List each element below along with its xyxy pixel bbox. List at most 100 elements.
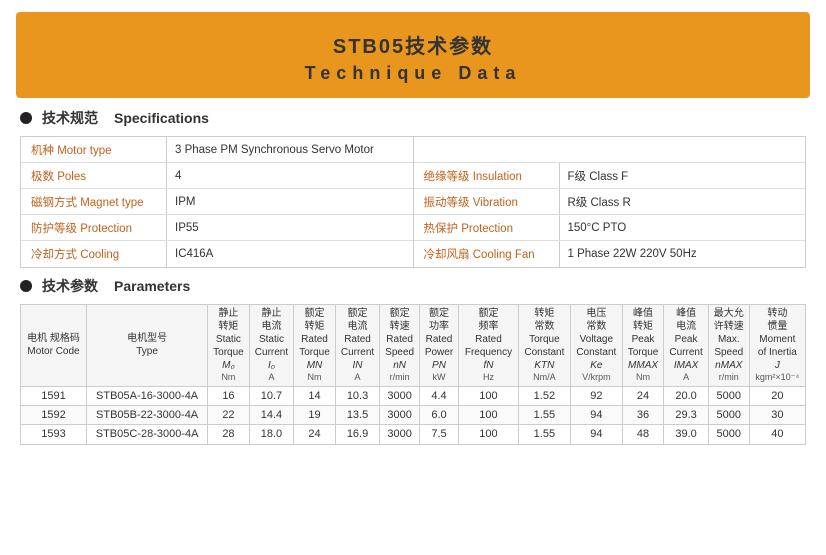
table-cell: STB05B-22-3000-4A: [87, 405, 208, 424]
header-title-en: Technique Data: [26, 63, 800, 84]
spec-value: IC416A: [167, 245, 413, 263]
col-header-9: 转矩常数TorqueConstantKTNNm/A: [518, 305, 570, 387]
table-cell: 1.55: [518, 425, 570, 444]
table-cell: 36: [622, 405, 664, 424]
spec-value: 150°C PTO: [560, 219, 806, 237]
header-banner: STB05技术参数 Technique Data: [16, 12, 810, 98]
spec-row-right-2: 热保护 Protection 150°C PTO: [414, 215, 806, 241]
params-bullet: [20, 280, 32, 292]
table-cell: 20.0: [664, 386, 709, 405]
spec-row-right-0: 绝缘等级 Insulation F级 Class F: [414, 163, 806, 189]
spec-label: 冷却风扇 Cooling Fan: [414, 243, 559, 265]
table-cell: 19: [294, 405, 336, 424]
header-title-cn: STB05技术参数: [26, 30, 800, 59]
table-cell: 1.55: [518, 405, 570, 424]
table-cell: 7.5: [419, 425, 458, 444]
table-row: 1593STB05C-28-3000-4A2818.02416.930007.5…: [21, 425, 806, 444]
specs-bullet: [20, 112, 32, 124]
table-cell: 30: [749, 405, 805, 424]
table-cell: 100: [459, 405, 519, 424]
spec-row-left-0: 机种 Motor type 3 Phase PM Synchronous Ser…: [21, 137, 413, 163]
table-cell: 94: [570, 425, 622, 444]
table-cell: 24: [622, 386, 664, 405]
spec-label: 机种 Motor type: [21, 139, 166, 161]
table-cell: 13.5: [335, 405, 380, 424]
table-cell: 100: [459, 425, 519, 444]
col-header-8: 额定频率RatedFrequencyfNHz: [459, 305, 519, 387]
spec-label: 磁钢方式 Magnet type: [21, 191, 166, 213]
col-header-3: 静止电流StaticCurrentI₀A: [249, 305, 294, 387]
specs-section-title: 技术规范 Specifications: [20, 108, 806, 128]
table-row: 1592STB05B-22-3000-4A2214.41913.530006.0…: [21, 405, 806, 424]
specs-label-en: Specifications: [114, 110, 209, 126]
spec-row-right-3: 冷却风扇 Cooling Fan 1 Phase 22W 220V 50Hz: [414, 241, 806, 267]
params-table: 电机 规格码Motor Code电机型号Type静止转矩StaticTorque…: [20, 304, 806, 445]
spec-label: 极数 Poles: [21, 165, 166, 187]
table-cell: 3000: [380, 425, 420, 444]
table-cell: 3000: [380, 405, 420, 424]
col-header-1: 电机型号Type: [87, 305, 208, 387]
table-row: 1591STB05A-16-3000-4A1610.71410.330004.4…: [21, 386, 806, 405]
table-cell: 3000: [380, 386, 420, 405]
table-cell: 6.0: [419, 405, 458, 424]
spec-row-left-1: 极数 Poles 4: [21, 163, 413, 189]
table-cell: 18.0: [249, 425, 294, 444]
table-cell: 1.52: [518, 386, 570, 405]
spec-value: IPM: [167, 193, 413, 211]
table-cell: 16.9: [335, 425, 380, 444]
spec-row-filler: [414, 137, 806, 163]
table-cell: 22: [208, 405, 250, 424]
spec-label: 振动等级 Vibration: [414, 191, 559, 213]
params-label-cn: 技术参数: [42, 276, 98, 296]
table-cell: 14.4: [249, 405, 294, 424]
table-cell: 1591: [21, 386, 87, 405]
spec-value: R级 Class R: [560, 191, 806, 213]
params-table-wrapper: 电机 规格码Motor Code电机型号Type静止转矩StaticTorque…: [20, 304, 806, 445]
table-cell: 39.0: [664, 425, 709, 444]
col-header-13: 最大允许转速Max.SpeednMAXr/min: [708, 305, 749, 387]
spec-label: 防护等级 Protection: [21, 217, 166, 239]
table-cell: 40: [749, 425, 805, 444]
table-cell: 5000: [708, 386, 749, 405]
table-cell: 10.7: [249, 386, 294, 405]
table-cell: 1593: [21, 425, 87, 444]
col-header-11: 峰值转矩PeakTorqueMMAXNm: [622, 305, 664, 387]
table-cell: STB05C-28-3000-4A: [87, 425, 208, 444]
specs-table: 机种 Motor type 3 Phase PM Synchronous Ser…: [20, 136, 806, 268]
spec-label: 冷却方式 Cooling: [21, 243, 166, 265]
col-header-5: 额定电流RatedCurrentINA: [335, 305, 380, 387]
specs-label-cn: 技术规范: [42, 108, 98, 128]
spec-row-right-1: 振动等级 Vibration R级 Class R: [414, 189, 806, 215]
params-label-en: Parameters: [114, 278, 190, 294]
table-cell: 94: [570, 405, 622, 424]
table-cell: 28: [208, 425, 250, 444]
table-cell: 100: [459, 386, 519, 405]
table-cell: 5000: [708, 425, 749, 444]
table-cell: 29.3: [664, 405, 709, 424]
spec-label: 热保护 Protection: [414, 217, 559, 239]
col-header-14: 转动惯量Momentof InertiaJkgm²×10⁻⁴: [749, 305, 805, 387]
col-header-7: 额定功率RatedPowerPNkW: [419, 305, 458, 387]
table-cell: 24: [294, 425, 336, 444]
col-header-4: 额定转矩RatedTorqueMNNm: [294, 305, 336, 387]
table-cell: STB05A-16-3000-4A: [87, 386, 208, 405]
params-section-title: 技术参数 Parameters: [20, 276, 806, 296]
table-cell: 20: [749, 386, 805, 405]
table-cell: 92: [570, 386, 622, 405]
col-header-10: 电压常数VoltageConstantKeV/krpm: [570, 305, 622, 387]
table-cell: 16: [208, 386, 250, 405]
spec-row-left-4: 冷却方式 Cooling IC416A: [21, 241, 413, 267]
table-cell: 1592: [21, 405, 87, 424]
spec-row-left-2: 磁钢方式 Magnet type IPM: [21, 189, 413, 215]
table-cell: 4.4: [419, 386, 458, 405]
specs-right-col: 绝缘等级 Insulation F级 Class F 振动等级 Vibratio…: [414, 137, 806, 267]
spec-value: 4: [167, 167, 413, 185]
spec-value: IP55: [167, 219, 413, 237]
table-cell: 14: [294, 386, 336, 405]
col-header-0: 电机 规格码Motor Code: [21, 305, 87, 387]
col-header-2: 静止转矩StaticTorqueM₀Nm: [208, 305, 250, 387]
spec-row-left-3: 防护等级 Protection IP55: [21, 215, 413, 241]
table-cell: 5000: [708, 405, 749, 424]
specs-left-col: 机种 Motor type 3 Phase PM Synchronous Ser…: [21, 137, 413, 267]
col-header-6: 额定转速RatedSpeednNr/min: [380, 305, 420, 387]
